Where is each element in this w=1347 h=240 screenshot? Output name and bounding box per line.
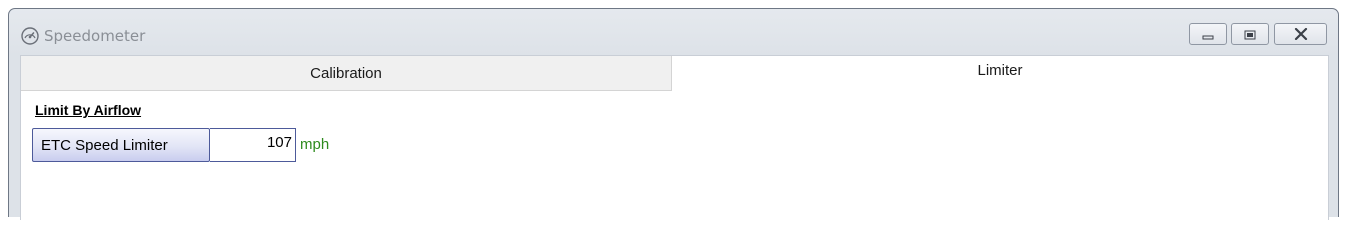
minimize-button[interactable] <box>1189 23 1227 45</box>
title-bar[interactable]: Speedometer <box>9 9 1338 53</box>
maximize-icon <box>1244 25 1256 44</box>
close-button[interactable] <box>1274 23 1327 45</box>
etc-speed-limiter-input[interactable]: 107 <box>210 128 296 162</box>
section-title: Limit By Airflow <box>35 102 142 118</box>
maximize-button[interactable] <box>1231 23 1269 45</box>
etc-speed-limiter-unit: mph <box>300 136 330 153</box>
minimize-icon <box>1202 25 1214 44</box>
tab-calibration[interactable]: Calibration <box>21 56 672 91</box>
close-icon <box>1294 25 1308 44</box>
tab-limiter[interactable]: Limiter <box>672 56 1328 91</box>
window-title: Speedometer <box>44 27 146 45</box>
content-panel: Calibration Limiter Limit By Airflow ETC… <box>20 55 1329 220</box>
speedometer-window: Speedometer Calibration Limiter Limit By… <box>8 8 1339 220</box>
speedometer-icon <box>20 26 40 46</box>
tab-strip: Calibration Limiter <box>21 56 1328 91</box>
etc-speed-limiter-row: ETC Speed Limiter 107 mph <box>32 128 329 162</box>
etc-speed-limiter-label: ETC Speed Limiter <box>32 128 210 162</box>
